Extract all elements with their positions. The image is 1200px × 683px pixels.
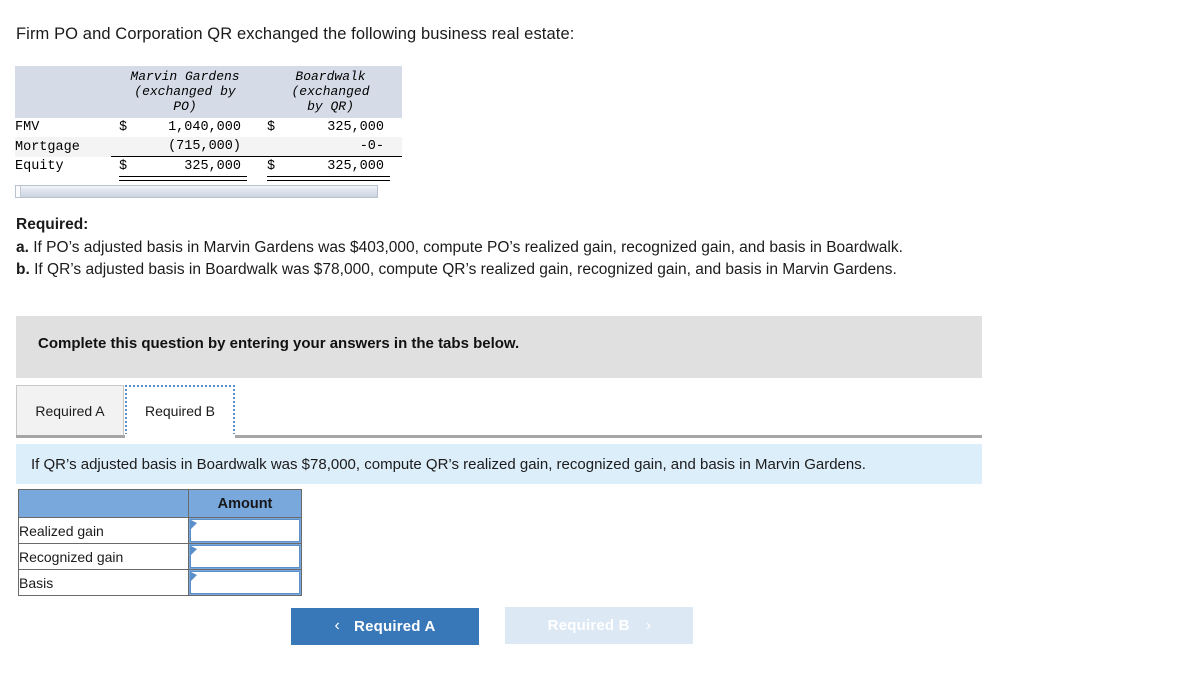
recognized-gain-input[interactable] [190, 545, 300, 568]
next-required-b-button[interactable]: Required B › [505, 607, 694, 644]
fact-fmv-marvin-value: 1,040,000 [168, 120, 241, 135]
answer-table-header-row: Amount [18, 489, 302, 518]
required-item-a-marker: a. [16, 238, 29, 256]
fact-row-mortgage: Mortgage (715,000) -0- [15, 137, 402, 157]
fact-table-scrollbar[interactable] [15, 185, 378, 198]
required-item-b-text: If QR’s adjusted basis in Boardwalk was … [34, 261, 897, 278]
fact-header-blank [15, 66, 111, 118]
fact-row-fmv-marvin: $ 1,040,000 [111, 118, 259, 137]
answer-table: Amount Realized gain Recognized gain Bas… [18, 489, 302, 596]
fact-table-container: Marvin Gardens (exchanged by PO) Boardwa… [15, 66, 402, 198]
fact-mortgage-marvin-value: (715,000) [168, 139, 241, 154]
fact-equity-marvin-value: 325,000 [184, 159, 241, 174]
fact-header-marvin-gardens: Marvin Gardens (exchanged by PO) [111, 66, 259, 118]
fact-header-boardwalk-line2: (exchanged [291, 84, 370, 99]
fact-row-mortgage-boardwalk: -0- [259, 137, 402, 157]
required-item-b-marker: b. [16, 261, 30, 278]
answer-table-body: Realized gain Recognized gain Basis [18, 517, 302, 596]
answer-table-head: Amount [18, 489, 302, 518]
required-item-b: b. If QR’s adjusted basis in Boardwalk w… [16, 259, 903, 281]
fact-row-equity-label: Equity [15, 157, 111, 176]
realized-gain-input[interactable] [190, 519, 300, 542]
fact-equity-boardwalk-symbol: $ [267, 159, 276, 174]
fact-row-mortgage-label: Mortgage [15, 137, 111, 157]
question-strip-text: If QR’s adjusted basis in Boardwalk was … [31, 455, 866, 473]
tab-required-b-label: Required B [144, 403, 216, 419]
tab-bar: Required A Required B [16, 385, 982, 441]
fact-equity-marvin-symbol: $ [119, 159, 128, 174]
answer-header-blank [18, 489, 189, 518]
required-block: Required: a. If PO’s adjusted basis in M… [16, 214, 903, 281]
chevron-left-icon: ‹ [334, 617, 341, 634]
instruction-banner-text: Complete this question by entering your … [38, 335, 520, 352]
fact-table-header-row: Marvin Gardens (exchanged by PO) Boardwa… [15, 66, 402, 118]
answer-table-container: Amount Realized gain Recognized gain Bas… [18, 489, 302, 596]
fact-mortgage-boardwalk-symbol [267, 137, 277, 156]
prev-required-a-button[interactable]: ‹ Required A [291, 607, 479, 645]
fact-header-boardwalk-line3: by QR) [307, 99, 354, 114]
fact-fmv-marvin-symbol: $ [119, 120, 128, 135]
required-item-a: a. If PO’s adjusted basis in Marvin Gard… [16, 237, 903, 259]
answer-header-amount: Amount [188, 489, 302, 518]
fact-row-equity-marvin: $ 325,000 [111, 157, 259, 181]
fact-row-equity-boardwalk: $ 325,000 [259, 157, 402, 181]
table-row: Realized gain [18, 517, 302, 544]
fact-row-fmv-label: FMV [15, 118, 111, 137]
table-row: Basis [18, 569, 302, 596]
answer-row-basis-label: Basis [18, 569, 189, 596]
answer-row-recognized-gain-label: Recognized gain [18, 543, 189, 570]
required-item-a-text: If PO’s adjusted basis in Marvin Gardens… [33, 238, 903, 256]
tab-required-a[interactable]: Required A [16, 385, 124, 435]
fact-table: Marvin Gardens (exchanged by PO) Boardwa… [15, 66, 402, 181]
instruction-banner: Complete this question by entering your … [16, 316, 982, 378]
fact-mortgage-boardwalk-value: -0- [359, 139, 384, 154]
table-row: Recognized gain [18, 543, 302, 570]
intro-text: Firm PO and Corporation QR exchanged the… [16, 25, 575, 43]
fact-header-marvin-line1: Marvin Gardens [130, 69, 240, 84]
fact-header-marvin-line3: PO) [173, 99, 197, 114]
fact-table-body: FMV $ 1,040,000 $ 325,000 Mortgage (715,… [15, 118, 402, 181]
fact-header-boardwalk: Boardwalk (exchanged by QR) [259, 66, 402, 118]
fact-header-boardwalk-line1: Boardwalk [295, 69, 366, 84]
tab-active-mask [125, 434, 235, 438]
answer-row-realized-gain-label: Realized gain [18, 517, 189, 544]
fact-row-fmv: FMV $ 1,040,000 $ 325,000 [15, 118, 402, 137]
question-strip: If QR’s adjusted basis in Boardwalk was … [16, 444, 982, 484]
prev-required-a-label: Required A [354, 617, 436, 635]
answer-row-basis-cell[interactable] [188, 569, 302, 596]
fact-mortgage-marvin-symbol [119, 137, 129, 156]
next-required-b-label: Required B [547, 617, 630, 634]
basis-input[interactable] [190, 571, 300, 594]
fact-row-equity: Equity $ 325,000 $ 325,000 [15, 157, 402, 181]
answer-row-recognized-gain-cell[interactable] [188, 543, 302, 570]
fact-equity-boardwalk-value: 325,000 [327, 159, 384, 174]
fact-fmv-boardwalk-symbol: $ [267, 120, 276, 135]
answer-row-realized-gain-cell[interactable] [188, 517, 302, 544]
tab-required-b[interactable]: Required B [125, 385, 235, 435]
fact-header-marvin-line2: (exchanged by [134, 84, 236, 99]
fact-table-head: Marvin Gardens (exchanged by PO) Boardwa… [15, 66, 402, 118]
fact-row-mortgage-marvin: (715,000) [111, 137, 259, 157]
tab-required-a-label: Required A [35, 402, 105, 419]
fact-fmv-boardwalk-value: 325,000 [327, 120, 384, 135]
navigation-buttons: ‹ Required A Required B › [291, 607, 694, 645]
chevron-right-icon: › [645, 616, 652, 634]
required-heading: Required: [16, 216, 89, 233]
fact-row-fmv-boardwalk: $ 325,000 [259, 118, 402, 137]
